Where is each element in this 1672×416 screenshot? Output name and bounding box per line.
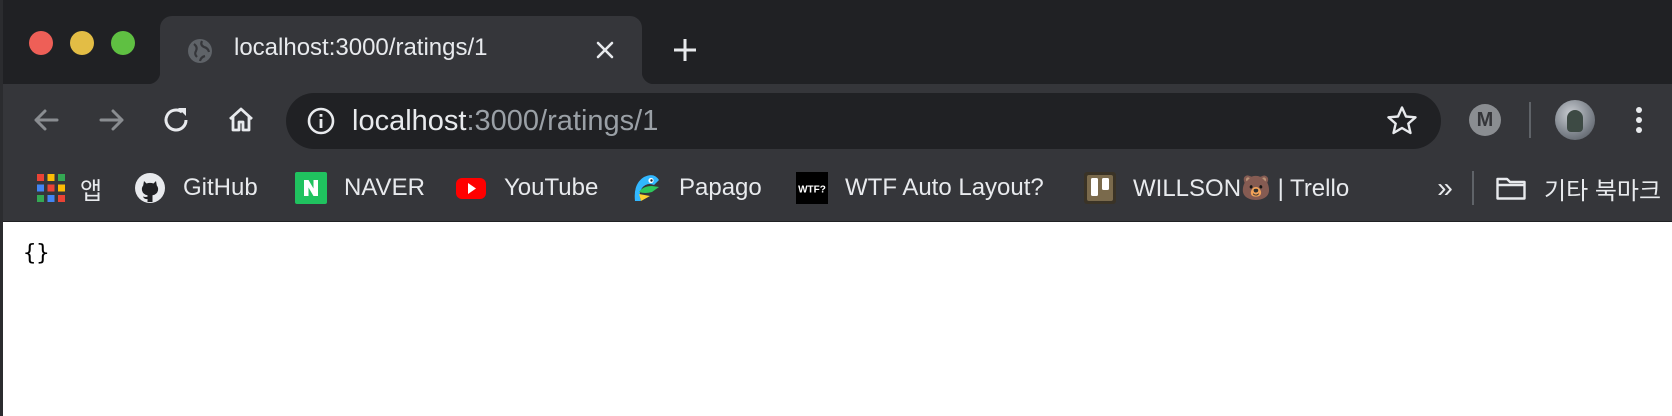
bookmark-label: 기타 북마크 xyxy=(1544,177,1662,205)
forward-icon[interactable] xyxy=(96,104,128,136)
info-icon[interactable] xyxy=(306,106,336,136)
browser-window: localhost:3000/ratings/1 localhost:3000/… xyxy=(0,0,1672,416)
bookmark-label: YouTube xyxy=(504,174,599,201)
bookmark-label: NAVER xyxy=(344,174,425,201)
tab-title: localhost:3000/ratings/1 xyxy=(234,34,488,61)
bookmark-label: Papago xyxy=(679,174,762,201)
url-host: localhost xyxy=(352,105,467,137)
papago-icon xyxy=(634,175,659,201)
new-tab-icon[interactable] xyxy=(670,35,700,65)
bookmark-youtube[interactable]: YouTube xyxy=(455,170,598,206)
other-bookmarks-folder[interactable]: 기타 북마크 xyxy=(1495,170,1661,206)
page-content: {} xyxy=(3,222,1672,416)
back-icon[interactable] xyxy=(30,104,62,136)
bookmark-label: GitHub xyxy=(183,174,258,201)
bookmark-github[interactable]: GitHub xyxy=(134,170,258,206)
window-close-button[interactable] xyxy=(29,31,53,55)
wtf-icon: WTF? xyxy=(796,172,828,204)
bookmarks-bar: 앱 GitHub NAVER YouTube Papago WTF? WTF A… xyxy=(3,156,1672,222)
address-bar[interactable]: localhost:3000/ratings/1 xyxy=(286,93,1441,149)
bookmark-star-icon[interactable] xyxy=(1385,104,1419,138)
window-zoom-button[interactable] xyxy=(111,31,135,55)
browser-tab-active[interactable]: localhost:3000/ratings/1 xyxy=(148,16,654,84)
close-tab-icon[interactable] xyxy=(592,37,618,63)
bookmark-apps[interactable]: 앱 xyxy=(35,170,102,206)
reload-icon[interactable] xyxy=(161,104,193,136)
bookmark-label: 앱 xyxy=(80,177,103,205)
window-minimize-button[interactable] xyxy=(70,31,94,55)
tab-strip: localhost:3000/ratings/1 xyxy=(3,0,1672,84)
home-icon[interactable] xyxy=(225,103,257,135)
url-path: :3000/ratings/1 xyxy=(466,105,659,137)
extension-m-icon[interactable]: M xyxy=(1469,104,1501,136)
json-response-text: {} xyxy=(23,241,50,266)
bookmark-wtf-auto-layout[interactable]: WTF? WTF Auto Layout? xyxy=(796,170,1044,206)
globe-icon xyxy=(188,39,212,63)
bookmark-trello[interactable]: WILLSON🐻 | Trello xyxy=(1084,170,1349,206)
bookmarks-separator xyxy=(1472,171,1474,205)
apps-grid-icon xyxy=(37,174,65,202)
bookmark-label: WILLSON🐻 | Trello xyxy=(1133,174,1350,202)
svg-text:WTF?: WTF? xyxy=(798,185,826,196)
menu-icon[interactable] xyxy=(1623,104,1655,136)
naver-icon xyxy=(295,172,327,204)
browser-toolbar: localhost:3000/ratings/1 M xyxy=(3,84,1672,156)
trello-icon xyxy=(1084,172,1116,204)
bookmarks-overflow-button[interactable]: » xyxy=(1428,170,1462,206)
bookmark-label: WTF Auto Layout? xyxy=(845,174,1044,201)
bookmark-papago[interactable]: Papago xyxy=(630,170,762,206)
toolbar-separator xyxy=(1529,102,1531,138)
bookmark-naver[interactable]: NAVER xyxy=(295,170,425,206)
folder-icon xyxy=(1496,177,1526,200)
profile-avatar[interactable] xyxy=(1555,100,1595,140)
address-url[interactable]: localhost:3000/ratings/1 xyxy=(352,105,658,138)
github-icon xyxy=(135,173,165,203)
youtube-icon xyxy=(456,178,486,199)
